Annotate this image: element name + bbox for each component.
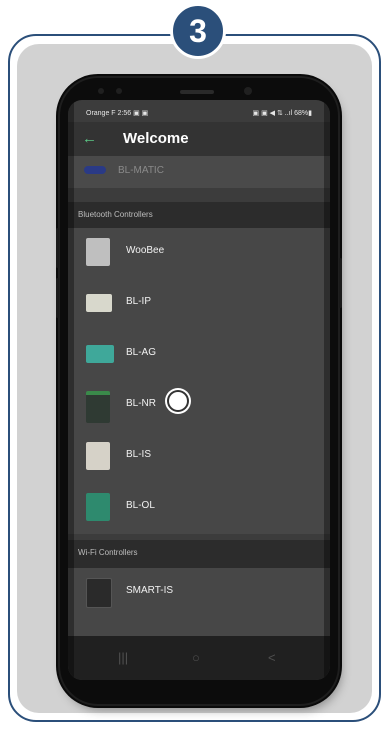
list-item-partial[interactable]: BL-MATIC: [68, 156, 330, 188]
status-left: Orange F 2:56 ▣ ▣: [86, 110, 149, 117]
bluetooth-controller-list: WooBee BL-IP BL-AG BL-NR BL-IS BL-OL: [68, 228, 330, 534]
device-item-bl-ol[interactable]: BL-OL: [68, 483, 330, 531]
home-icon[interactable]: ○: [192, 650, 200, 665]
device-item-bl-ip[interactable]: BL-IP: [68, 279, 330, 327]
device-label: BL-IP: [126, 296, 152, 307]
power-button: [339, 258, 342, 308]
bl-ag-device-image: [86, 345, 114, 363]
section-header-wifi: Wi-Fi Controllers: [68, 540, 330, 568]
recent-apps-icon[interactable]: |||: [118, 650, 128, 665]
screen-edge-curve: [324, 100, 330, 680]
sensor-dot: [116, 88, 122, 94]
page-title: Welcome: [123, 130, 189, 147]
device-thumbnail: [84, 166, 106, 174]
wifi-controller-list: SMART-IS: [68, 568, 330, 636]
section-header-bluetooth: Bluetooth Controllers: [68, 202, 330, 228]
phone-screen: Orange F 2:56 ▣ ▣ ▣ ▣ ◀ ⇅ ..ıl 68%▮ ← We…: [68, 100, 330, 680]
screen-edge-curve: [68, 100, 74, 680]
bl-nr-device-image: [86, 391, 110, 423]
list-item-label: BL-MATIC: [118, 165, 164, 173]
woobee-device-image: [86, 238, 110, 266]
sensor-dot: [98, 88, 104, 94]
device-label: BL-AG: [126, 347, 157, 358]
device-item-bl-is[interactable]: BL-IS: [68, 432, 330, 480]
arrow-left-icon[interactable]: ←: [82, 129, 97, 149]
tap-indicator: [169, 392, 187, 410]
step-number-badge: 3: [170, 3, 226, 59]
volume-button: [56, 228, 59, 268]
device-label: BL-OL: [126, 500, 155, 511]
bl-is-device-image: [86, 442, 110, 470]
device-item-bl-ag[interactable]: BL-AG: [68, 330, 330, 378]
device-label: BL-NR: [126, 398, 157, 409]
device-item-smart-is[interactable]: SMART-IS: [68, 568, 330, 616]
android-nav-bar: ||| ○ <: [68, 636, 330, 680]
device-item-woobee[interactable]: WooBee: [68, 228, 330, 276]
device-item-bl-nr[interactable]: BL-NR: [68, 381, 330, 429]
phone-top-bezel: [68, 84, 330, 100]
front-camera: [244, 87, 252, 95]
app-bar: ← Welcome: [68, 122, 330, 156]
device-label: WooBee: [126, 245, 165, 256]
bixby-button: [56, 278, 59, 318]
bl-ip-device-image: [86, 294, 112, 312]
device-label: BL-IS: [126, 449, 152, 460]
smart-is-device-image: [86, 578, 112, 608]
status-bar: Orange F 2:56 ▣ ▣ ▣ ▣ ◀ ⇅ ..ıl 68%▮: [68, 106, 330, 120]
device-label: SMART-IS: [126, 585, 174, 596]
earpiece-speaker: [180, 90, 214, 94]
back-nav-icon[interactable]: <: [268, 650, 276, 665]
status-right: ▣ ▣ ◀ ⇅ ..ıl 68%▮: [252, 110, 312, 117]
bl-ol-device-image: [86, 493, 110, 521]
